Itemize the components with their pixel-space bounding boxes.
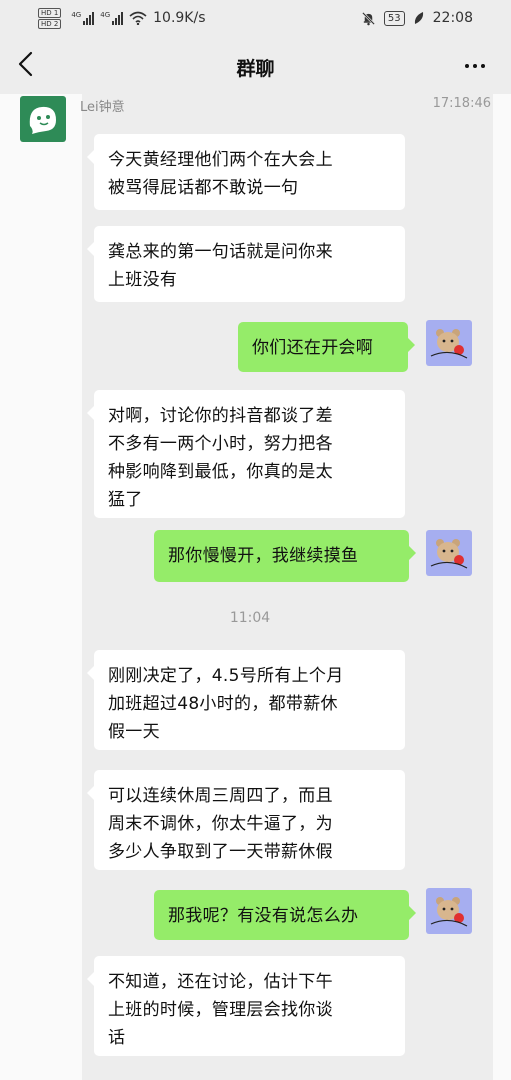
- message-text-line: 可以连续休周三周四了，而且: [108, 786, 333, 806]
- more-dot-icon: [465, 64, 469, 68]
- message-text-line: 不多有一两个小时，努力把各: [108, 434, 333, 454]
- incoming-message-bubble[interactable]: 对啊，讨论你的抖音都谈了差 不多有一两个小时，努力把各 种影响降到最低，你真的是…: [87, 390, 405, 518]
- message-text-line: 对啊，讨论你的抖音都谈了差: [108, 406, 333, 426]
- status-right: 53 22:08: [361, 6, 473, 30]
- outgoing-message-bubble[interactable]: 那我呢？有没有说怎么办: [154, 890, 416, 940]
- message-text-line: 今天黄经理他们两个在大会上: [108, 150, 333, 170]
- left-margin: [0, 94, 82, 1080]
- incoming-message-bubble[interactable]: 不知道，还在讨论，估计下午 上班的时候，管理层会找你谈 话: [87, 956, 405, 1056]
- message-text-line: 猛了: [108, 490, 143, 510]
- chat-title: 群聊: [236, 58, 275, 80]
- message-text-line: 不知道，还在讨论，估计下午: [108, 972, 333, 992]
- message-text-line: 那你慢慢开，我继续摸鱼: [168, 546, 359, 566]
- more-dot-icon: [473, 64, 477, 68]
- message-text-line: 龚总来的第一句话就是问你来: [108, 242, 333, 262]
- ghost-avatar-icon: [29, 106, 56, 134]
- incoming-message-bubble[interactable]: 可以连续休周三周四了，而且 周末不调休，你太牛逼了，为 多少人争取到了一天带薪休…: [87, 770, 405, 870]
- message-text-line: 你们还在开会啊: [252, 338, 374, 358]
- mute-bell-icon: [361, 11, 375, 25]
- network-speed: 10.9K/s: [153, 10, 206, 26]
- outgoing-message-bubble[interactable]: 那你慢慢开，我继续摸鱼: [154, 530, 416, 582]
- back-arrow-icon: [18, 51, 33, 77]
- hd2-badge: HD 2: [38, 18, 62, 29]
- contact-avatar[interactable]: [20, 96, 66, 142]
- signal-icon-2: 4G: [100, 11, 124, 25]
- message-text-line: 被骂得屁话都不敢说一句: [108, 178, 299, 198]
- my-avatar[interactable]: [426, 888, 472, 934]
- bear-avatar-icon: [430, 539, 468, 569]
- bear-avatar-icon: [430, 897, 468, 927]
- network-type-1: 4G: [71, 11, 82, 19]
- leaf-icon: [414, 12, 423, 24]
- bear-avatar-icon: [430, 329, 468, 359]
- my-avatar[interactable]: [426, 530, 472, 576]
- hd-indicators: HD 1 HD 2: [38, 7, 62, 29]
- message-text-line: 周末不调休，你太牛逼了，为: [108, 814, 333, 834]
- wifi-icon: [129, 11, 147, 25]
- sender-name: Lei钟意: [80, 100, 125, 115]
- right-margin: [493, 94, 511, 1080]
- hd1-badge: HD 1: [38, 7, 62, 18]
- message-text-line: 假一天: [108, 722, 160, 742]
- status-left: HD 1 HD 2 4G 4G 10.9K/s: [38, 6, 206, 30]
- message-text-line: 上班的时候，管理层会找你谈: [108, 1000, 333, 1020]
- my-avatar[interactable]: [426, 320, 472, 366]
- more-options-button[interactable]: [461, 52, 489, 80]
- status-bar: HD 1 HD 2 4G 4G 10.9K/s 53 22:08: [0, 0, 511, 38]
- network-type-2: 4G: [100, 11, 111, 19]
- message-time: 17:18:46: [432, 96, 491, 111]
- message-text-line: 话: [108, 1028, 126, 1048]
- nav-bar: 群聊: [0, 38, 511, 94]
- message-text-line: 上班没有: [108, 270, 178, 290]
- incoming-message-bubble[interactable]: 刚刚决定了，4.5号所有上个月 加班超过48小时的，都带薪休 假一天: [87, 650, 405, 750]
- message-text-line: 多少人争取到了一天带薪休假: [108, 842, 333, 862]
- chat-area[interactable]: Lei钟意 17:18:46 今天黄经理他们两个在大会上 被骂得屁话都不敢说一句…: [0, 94, 511, 1080]
- message-text-line: 种影响降到最低，你真的是太: [108, 462, 333, 482]
- outgoing-message-bubble[interactable]: 你们还在开会啊: [238, 322, 415, 372]
- chat-timestamp: 11:04: [229, 610, 271, 626]
- more-dot-icon: [481, 64, 485, 68]
- message-text-line: 那我呢？有没有说怎么办: [168, 906, 359, 926]
- signal-icon-1: 4G: [71, 11, 95, 25]
- back-button[interactable]: [16, 50, 40, 80]
- message-text-line: 刚刚决定了，4.5号所有上个月: [108, 666, 344, 686]
- incoming-message-bubble[interactable]: 龚总来的第一句话就是问你来 上班没有: [87, 226, 405, 302]
- message-text-line: 加班超过48小时的，都带薪休: [108, 694, 338, 714]
- incoming-message-bubble[interactable]: 今天黄经理他们两个在大会上 被骂得屁话都不敢说一句: [87, 134, 405, 210]
- clock: 22:08: [432, 10, 473, 26]
- battery-icon: 53: [383, 10, 405, 26]
